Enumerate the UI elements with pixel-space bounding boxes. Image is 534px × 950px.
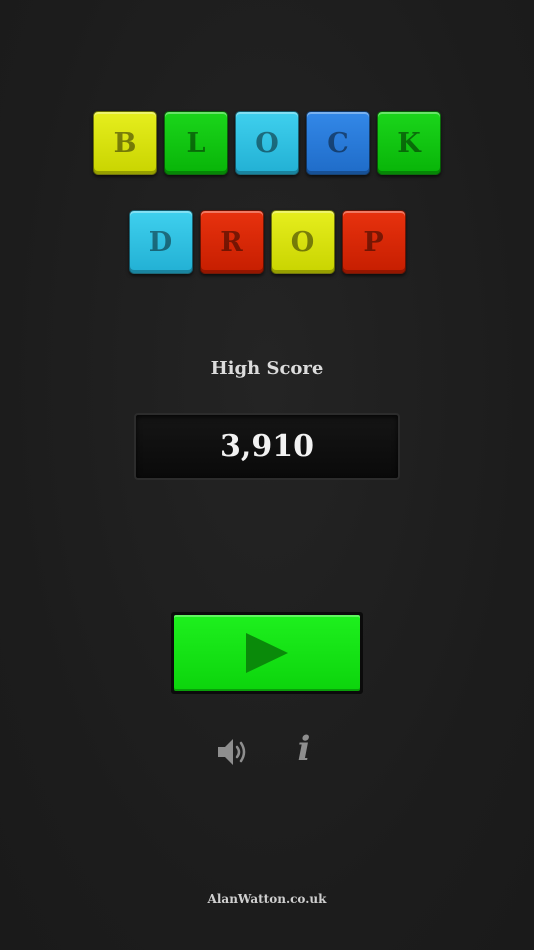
- title-tile: O: [270, 210, 335, 274]
- speaker-icon: [218, 739, 246, 765]
- high-score-label: High Score: [210, 358, 324, 379]
- title-tile: B: [93, 111, 157, 175]
- footer-credit-link[interactable]: AlanWatton.co.uk: [0, 892, 534, 906]
- high-score-value: 3,910: [220, 429, 314, 464]
- play-icon: [246, 633, 288, 673]
- title-tile: R: [199, 210, 264, 274]
- title-tile: C: [306, 111, 370, 175]
- play-button[interactable]: [171, 612, 363, 694]
- high-score-display: 3,910: [134, 413, 400, 480]
- title-tile: L: [164, 111, 228, 175]
- title-tile: P: [341, 210, 406, 274]
- title-tile: D: [128, 210, 193, 274]
- sound-toggle-button[interactable]: [216, 735, 250, 769]
- title-tile: O: [235, 111, 299, 175]
- info-icon: i: [297, 729, 311, 769]
- title-word-drop: D R O P: [0, 210, 534, 274]
- title-word-block: B L O C K: [0, 111, 534, 175]
- play-button-face[interactable]: [174, 615, 360, 691]
- info-button[interactable]: i: [290, 729, 318, 769]
- title-tile: K: [377, 111, 441, 175]
